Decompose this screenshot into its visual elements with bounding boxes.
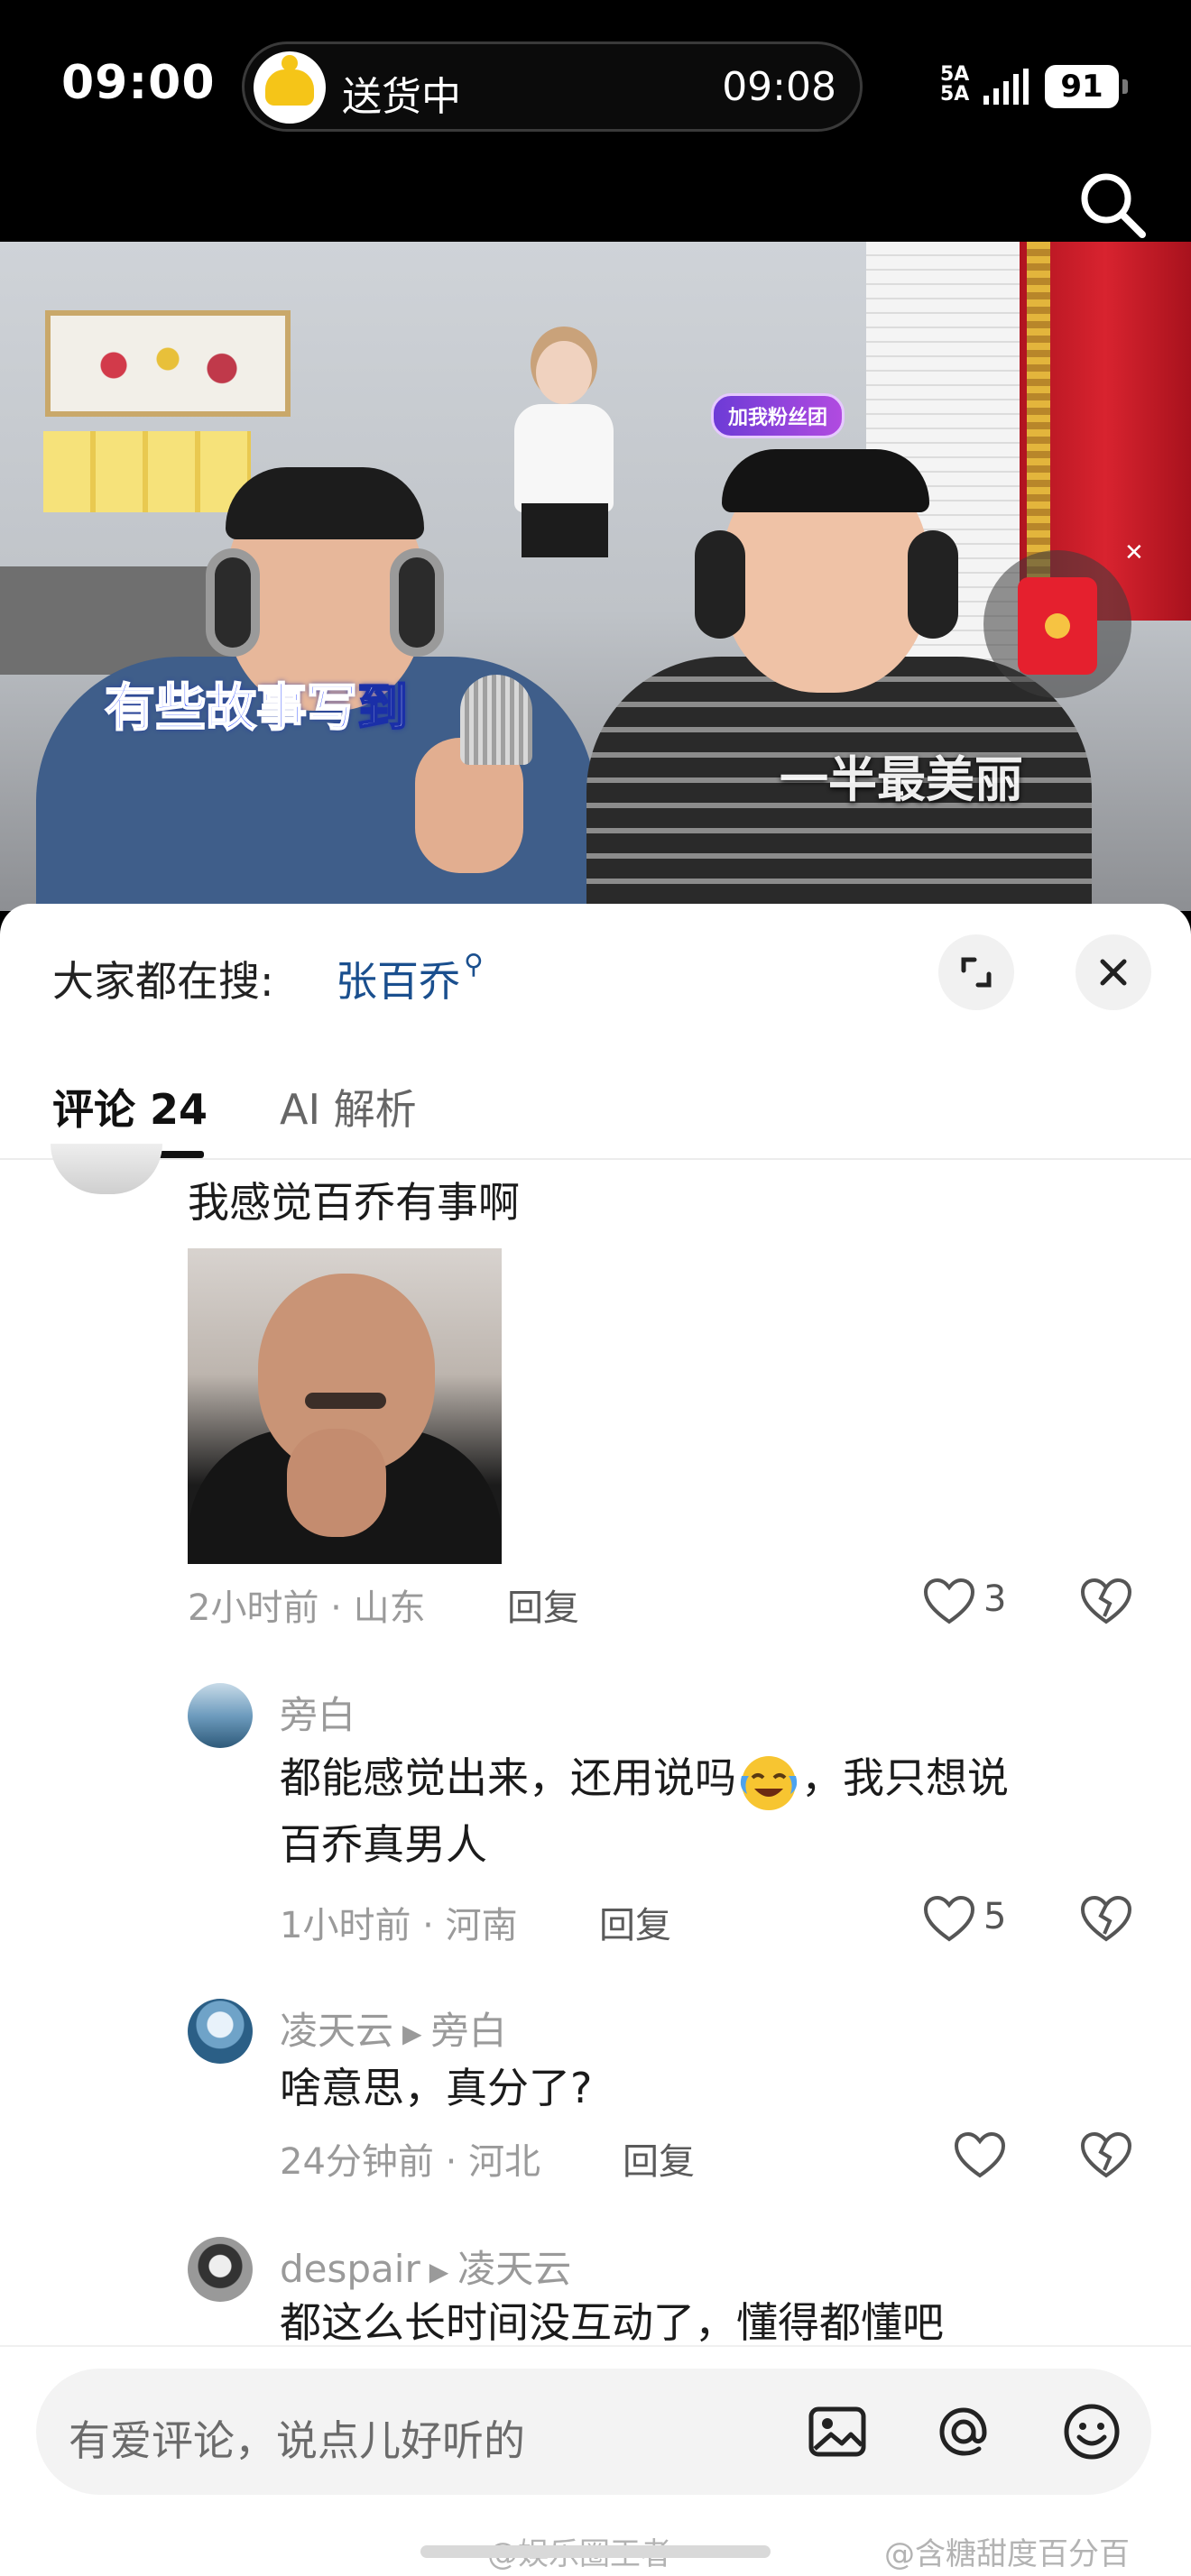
reply-arrow-icon: ▶ (402, 2019, 422, 2048)
broken-heart-icon[interactable] (1079, 1577, 1133, 1627)
comment-tabs: 评论 24 AI 解析 (0, 1059, 1191, 1160)
live-activity-label: 送货中 (342, 74, 461, 120)
close-icon (1100, 959, 1127, 986)
comment-text: 啥意思，真分了? (280, 2064, 593, 2112)
comment-time: 24分钟前 (280, 2141, 434, 2183)
reply-button[interactable]: 回复 (623, 2132, 695, 2185)
comment-time: 1小时前 (280, 1905, 411, 1946)
tab-ai-analysis[interactable]: AI 解析 (280, 1077, 417, 1136)
at-icon[interactable] (929, 2397, 998, 2466)
comment-input[interactable]: 有爱评论，说点儿好听的 (36, 2369, 1151, 2495)
comment-input-bar: 有爱评论，说点儿好听的 @娱乐圈王者 @含糖甜度百分百 (0, 2345, 1191, 2576)
trending-search-term[interactable]: 张百乔 ⚲ (336, 949, 484, 1008)
broken-heart-icon[interactable] (1079, 1894, 1133, 1945)
comment-text-line2: 百乔真男人 (280, 1820, 487, 1869)
heart-icon[interactable] (922, 1894, 976, 1945)
comment-input-placeholder: 有爱评论，说点儿好听的 (69, 2416, 525, 2465)
expand-icon (961, 957, 992, 988)
comment-image[interactable] (188, 1248, 502, 1564)
home-indicator[interactable] (420, 2545, 771, 2558)
red-packet-button[interactable] (983, 550, 1131, 698)
trending-search-prefix: 大家都在搜: (52, 957, 274, 1006)
image-icon[interactable] (803, 2397, 872, 2466)
comment-username[interactable]: despair (280, 2247, 420, 2291)
comment-location: 山东 (353, 1587, 426, 1629)
delivery-scooter-icon (254, 51, 326, 124)
close-button[interactable] (1076, 934, 1151, 1010)
search-small-icon: ⚲ (464, 949, 484, 980)
like-count: 3 (983, 1578, 1007, 1620)
red-packet-icon (1018, 577, 1097, 675)
signal-icon (983, 69, 1030, 105)
avatar[interactable] (51, 1144, 162, 1194)
wall-painting (45, 310, 291, 417)
live-activity-eta: 09:08 (722, 64, 836, 110)
lyric-line-2: 一半最美丽 (780, 751, 1023, 808)
comment-location: 河南 (445, 1905, 518, 1946)
reply-to-username[interactable]: 旁白 (431, 2009, 507, 2053)
trending-search-text: 张百乔 (336, 957, 460, 1006)
live-activity-pill[interactable]: 送货中 09:08 (242, 41, 863, 132)
reply-to-username[interactable]: 凌天云 (457, 2247, 571, 2291)
like-count: 5 (983, 1896, 1007, 1937)
comment-reply-header: 凌天云 ▶ 旁白 (280, 2001, 507, 2056)
lyric-line-1: 有些故事写到 (104, 667, 409, 741)
battery-indicator: 91 (1045, 65, 1128, 108)
comment-text-line1: 都能感觉出来，还用说吗 ，我只想说 (280, 1744, 1009, 1814)
reply-button[interactable]: 回复 (507, 1578, 579, 1631)
comment-username[interactable]: 旁白 (280, 1685, 355, 1740)
comment-meta: 24分钟前 · 河北 (280, 2141, 541, 2183)
comment-time: 2小时前 (188, 1587, 319, 1629)
watermark: @含糖甜度百分百 (884, 2536, 1130, 2572)
avatar[interactable] (188, 1683, 253, 1748)
status-bar: 09:00 送货中 09:08 5A 5A 91 (0, 0, 1191, 171)
comment-text-part: ，我只想说 (801, 1753, 1009, 1802)
lyric-rest: 到 (356, 678, 409, 739)
comment-reply-header: despair ▶ 凌天云 (280, 2239, 571, 2294)
comment-meta: 1小时前 · 河南 (280, 1905, 518, 1946)
status-time: 09:00 (61, 56, 216, 110)
reply-arrow-icon: ▶ (429, 2257, 449, 2286)
fan-club-badge[interactable]: 加我粉丝团 (711, 393, 845, 438)
reply-button[interactable]: 回复 (599, 1896, 671, 1948)
comment-sheet: 大家都在搜: 张百乔 ⚲ 评论 24 AI 解析 我感觉百乔有事啊 2小时前 · … (0, 904, 1191, 2576)
laughing-crying-emoji-icon (740, 1755, 798, 1810)
expand-button[interactable] (938, 934, 1014, 1010)
heart-icon[interactable] (953, 2130, 1007, 2181)
search-icon[interactable] (1076, 168, 1148, 240)
lyric-highlighted: 有些故事写 (104, 678, 358, 739)
emoji-icon[interactable] (1057, 2397, 1126, 2466)
network-label: 5A 5A (940, 63, 970, 106)
avatar[interactable] (188, 1999, 253, 2064)
comment-username[interactable]: 凌天云 (280, 2009, 393, 2053)
comment-meta: 2小时前 · 山东 (188, 1587, 426, 1629)
comment-text: 我感觉百乔有事啊 (188, 1178, 520, 1227)
comment-location: 河北 (468, 2141, 541, 2183)
tab-comments[interactable]: 评论 24 (52, 1077, 208, 1136)
heart-icon[interactable] (922, 1577, 976, 1627)
broken-heart-icon[interactable] (1079, 2130, 1133, 2181)
live-video[interactable]: 加我粉丝团 有些故事写到 一半最美丽 ✕ (0, 171, 1191, 911)
red-packet-close-icon[interactable]: ✕ (1124, 539, 1144, 566)
avatar[interactable] (188, 2237, 253, 2302)
comment-text-part: 都能感觉出来，还用说吗 (280, 1753, 736, 1802)
